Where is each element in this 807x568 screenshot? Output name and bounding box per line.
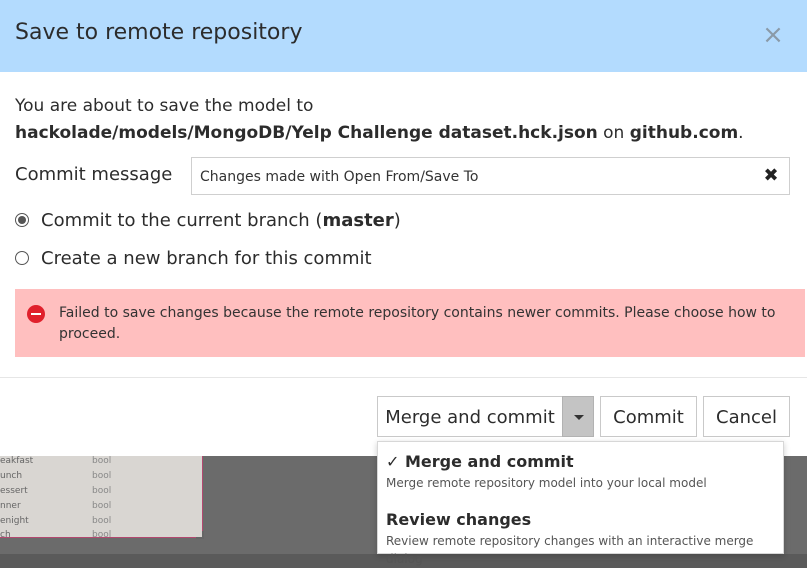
menu-item-description: Review remote repository changes with an… — [386, 534, 754, 566]
commit-message-label: Commit message — [15, 164, 173, 185]
intro-text: You are about to save the model to — [15, 96, 314, 116]
new-branch-label: Create a new branch for this commit — [41, 247, 372, 269]
background-field-type: bool — [92, 471, 112, 481]
background-entity-box: eakfast bool unch bool essert bool nner … — [0, 456, 203, 538]
error-icon — [27, 305, 45, 323]
footer-divider — [0, 377, 807, 378]
remote-host: github.com — [629, 123, 739, 143]
merge-options-toggle[interactable] — [562, 396, 594, 437]
background-field-row: unch bool — [0, 471, 202, 486]
dialog-header: Save to remote repository × — [0, 0, 807, 72]
menu-item-review-changes[interactable]: Review changes Review remote repository … — [386, 510, 781, 568]
model-path: hackolade/models/MongoDB/Yelp Challenge … — [15, 123, 598, 143]
commit-button[interactable]: Commit — [600, 396, 697, 437]
current-branch-suffix: ) — [393, 209, 401, 231]
background-field-name: eakfast — [0, 456, 34, 466]
background-field-name: ch — [0, 530, 11, 538]
radio-unchecked-icon[interactable] — [15, 251, 29, 265]
background-field-type: bool — [92, 456, 112, 466]
resize-handle-icon — [196, 531, 204, 539]
background-field-row: essert bool — [0, 486, 202, 501]
background-field-name: essert — [0, 486, 28, 496]
background-field-type: bool — [92, 530, 112, 538]
save-remote-dialog: Save to remote repository × You are abou… — [0, 0, 807, 456]
menu-item-title: ✓ Merge and commit — [386, 452, 574, 471]
error-alert: Failed to save changes because the remot… — [15, 289, 805, 357]
cancel-button[interactable]: Cancel — [703, 396, 790, 437]
error-message: Failed to save changes because the remot… — [59, 305, 776, 342]
intro-end: . — [738, 123, 744, 143]
commit-message-field: ✖ — [191, 157, 790, 195]
background-field-row: eakfast bool — [0, 456, 202, 471]
background-field-row: ch bool — [0, 530, 202, 538]
radio-checked-icon[interactable] — [15, 213, 29, 227]
background-field-type: bool — [92, 516, 112, 526]
radio-current-branch[interactable]: Commit to the current branch (master) — [15, 208, 401, 232]
dialog-title: Save to remote repository — [15, 20, 303, 45]
merge-options-menu: ✓ Merge and commit Merge remote reposito… — [377, 441, 784, 566]
background-field-name: enight — [0, 516, 29, 526]
background-field-type: bool — [92, 486, 112, 496]
caret-down-icon — [574, 415, 584, 420]
background-field-row: nner bool — [0, 501, 202, 516]
current-branch-prefix: Commit to the current branch ( — [41, 209, 323, 231]
background-field-row: enight bool — [0, 516, 202, 531]
clear-input-icon[interactable]: ✖ — [760, 164, 782, 188]
menu-item-merge-and-commit[interactable]: ✓ Merge and commit Merge remote reposito… — [386, 452, 781, 492]
commit-message-input[interactable] — [198, 166, 738, 188]
background-field-name: nner — [0, 501, 21, 511]
current-branch-name: master — [322, 209, 394, 231]
intro-path-line: hackolade/models/MongoDB/Yelp Challenge … — [15, 120, 795, 147]
radio-new-branch[interactable]: Create a new branch for this commit — [15, 246, 372, 270]
background-field-type: bool — [92, 501, 112, 511]
merge-and-commit-button[interactable]: Merge and commit — [377, 396, 562, 437]
menu-item-title: Review changes — [386, 510, 532, 529]
menu-item-description: Merge remote repository model into your … — [386, 476, 707, 490]
close-icon[interactable]: × — [760, 20, 786, 50]
save-target-description: You are about to save the model to hacko… — [15, 93, 795, 147]
intro-on: on — [597, 123, 630, 143]
background-field-name: unch — [0, 471, 23, 481]
current-branch-label: Commit to the current branch (master) — [41, 210, 401, 231]
